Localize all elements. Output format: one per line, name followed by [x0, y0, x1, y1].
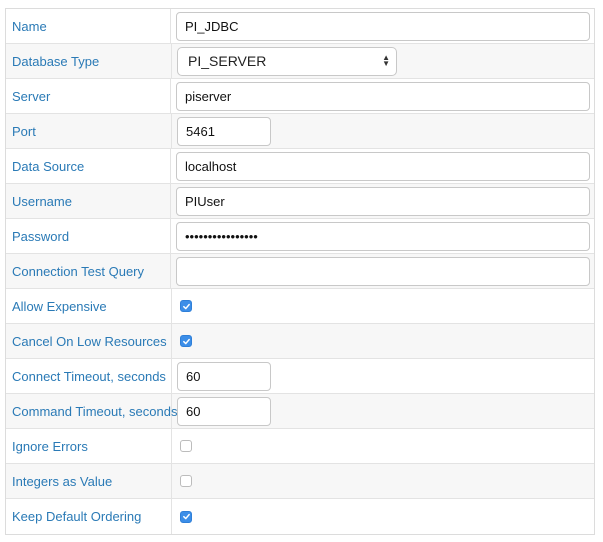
data-source-label: Data Source	[12, 158, 85, 174]
form-row-server: Server	[6, 79, 594, 114]
value-cell	[172, 324, 594, 358]
label-cell: Data Source	[6, 149, 171, 183]
connection-test-query-label: Connection Test Query	[12, 263, 144, 279]
form-row-keep-default-ordering: Keep Default Ordering	[6, 499, 594, 534]
port-input[interactable]	[177, 116, 271, 146]
form-row-connection-test-query: Connection Test Query	[6, 254, 594, 289]
command-timeout-seconds-label: Command Timeout, seconds	[12, 403, 178, 419]
form-row-command-timeout-seconds: Command Timeout, seconds	[6, 394, 594, 429]
username-input[interactable]	[176, 186, 590, 216]
checkmark-icon	[182, 513, 190, 520]
label-cell: Connection Test Query	[6, 254, 171, 288]
connect-timeout-seconds-label: Connect Timeout, seconds	[12, 368, 166, 384]
connection-test-query-input[interactable]	[176, 256, 590, 286]
label-cell: Allow Expensive	[6, 289, 172, 323]
database-type-select[interactable]: PI_SERVER ▲ ▼	[177, 46, 397, 76]
form-row-data-source: Data Source	[6, 149, 594, 184]
checkmark-icon	[182, 303, 190, 309]
name-input[interactable]	[176, 11, 590, 41]
label-cell: Connect Timeout, seconds	[6, 359, 172, 393]
label-cell: Integers as Value	[6, 464, 172, 498]
label-cell: Database Type	[6, 44, 172, 78]
ignore-errors-checkbox[interactable]	[180, 440, 192, 452]
command-timeout-seconds-input[interactable]	[177, 396, 271, 426]
value-cell	[172, 464, 594, 498]
form-row-connect-timeout-seconds: Connect Timeout, seconds	[6, 359, 594, 394]
checkmark-icon	[182, 338, 190, 344]
up-down-chevron-icon: ▲ ▼	[382, 53, 390, 68]
server-label: Server	[12, 88, 51, 104]
form-row-cancel-on-low-resources: Cancel On Low Resources	[6, 324, 594, 359]
value-cell	[172, 359, 594, 393]
value-cell	[171, 254, 594, 288]
database-type-label: Database Type	[12, 53, 100, 69]
cancel-on-low-resources-checkbox[interactable]	[180, 335, 192, 347]
value-cell	[172, 289, 594, 323]
keep-default-ordering-label: Keep Default Ordering	[12, 509, 142, 524]
name-label: Name	[12, 18, 47, 34]
value-cell	[172, 114, 594, 148]
allow-expensive-label: Allow Expensive	[12, 298, 107, 314]
label-cell: Keep Default Ordering	[6, 499, 172, 534]
label-cell: Port	[6, 114, 172, 148]
label-cell: Password	[6, 219, 171, 253]
value-cell	[171, 9, 594, 43]
form-row-username: Username	[6, 184, 594, 219]
database-type-selected-value: PI_SERVER	[188, 53, 267, 69]
label-cell: Ignore Errors	[6, 429, 172, 463]
password-input[interactable]	[176, 221, 590, 251]
value-cell	[171, 219, 594, 253]
keep-default-ordering-checkbox[interactable]	[180, 510, 192, 523]
data-source-input[interactable]	[176, 151, 590, 181]
label-cell: Name	[6, 9, 171, 43]
value-cell	[172, 394, 594, 428]
integers-as-value-checkbox[interactable]	[180, 475, 192, 487]
connection-settings-form: Name Database Type PI_SERVER ▲▼ Server Port Da…	[5, 8, 595, 535]
ignore-errors-label: Ignore Errors	[12, 438, 88, 454]
form-row-port: Port	[6, 114, 594, 149]
value-cell: PI_SERVER ▲ ▼	[172, 44, 594, 78]
form-row-ignore-errors: Ignore Errors	[6, 429, 594, 464]
value-cell	[171, 149, 594, 183]
password-label: Password	[12, 228, 70, 244]
value-cell	[171, 79, 594, 113]
port-label: Port	[12, 123, 36, 139]
connect-timeout-seconds-input[interactable]	[177, 361, 271, 391]
form-row-name: Name	[6, 9, 594, 44]
server-input[interactable]	[176, 81, 590, 111]
allow-expensive-checkbox[interactable]	[180, 300, 192, 312]
label-cell: Cancel On Low Resources	[6, 324, 172, 358]
form-row-integers-as-value: Integers as Value	[6, 464, 594, 499]
value-cell	[171, 184, 594, 218]
value-cell	[172, 499, 594, 534]
form-row-database-type: Database Type PI_SERVER ▲ ▼	[6, 44, 594, 79]
form-row-allow-expensive: Allow Expensive	[6, 289, 594, 324]
label-cell: Username	[6, 184, 171, 218]
cancel-on-low-resources-label: Cancel On Low Resources	[12, 333, 167, 349]
form-row-password: Password	[6, 219, 594, 254]
username-label: Username	[12, 193, 72, 209]
label-cell: Server	[6, 79, 171, 113]
value-cell	[172, 429, 594, 463]
label-cell: Command Timeout, seconds	[6, 394, 177, 428]
integers-as-value-label: Integers as Value	[12, 473, 113, 489]
